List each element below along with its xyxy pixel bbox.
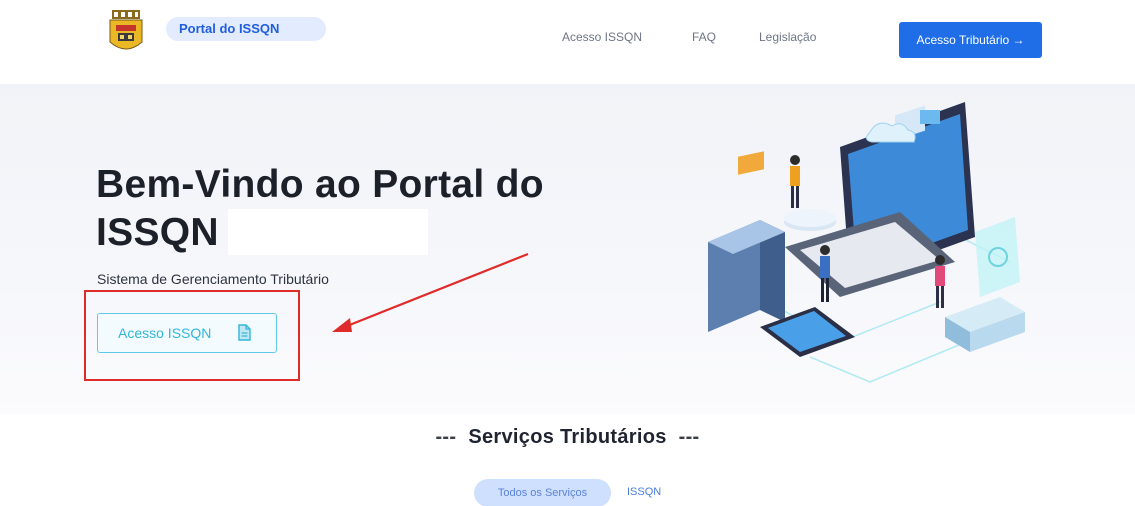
tab-todos-os-servicos[interactable]: Todos os Serviços <box>474 479 611 506</box>
services-title-text: Serviços Tributários <box>468 426 667 448</box>
nav-acesso-issqn[interactable]: Acesso ISSQN <box>562 30 642 44</box>
document-icon <box>238 324 251 341</box>
computer-network-illustration <box>708 102 1025 383</box>
hero-section: Bem-Vindo ao Portal do ISSQN Sistema de … <box>0 84 1135 414</box>
title-dash-right: --- <box>678 426 700 448</box>
acesso-issqn-button[interactable]: Acesso ISSQN <box>97 313 277 353</box>
annotation-arrow <box>332 252 529 332</box>
title-dash-left: --- <box>435 426 457 448</box>
portal-brand-pill[interactable]: Portal do ISSQN <box>166 17 326 41</box>
nav-legislacao[interactable]: Legislação <box>759 30 816 44</box>
acesso-issqn-button-label: Acesso ISSQN <box>118 325 212 341</box>
hero-title-line-1: Bem-Vindo ao Portal do <box>96 163 544 206</box>
tab-issqn[interactable]: ISSQN <box>627 486 661 498</box>
acesso-tributario-button[interactable]: Acesso Tributário → <box>899 22 1042 58</box>
services-section-title: --- Serviços Tributários --- <box>0 426 1135 449</box>
top-header: Portal do ISSQN Acesso ISSQN FAQ Legisla… <box>0 0 1135 84</box>
hero-subtitle: Sistema de Gerenciamento Tributário <box>97 271 329 287</box>
nav-faq[interactable]: FAQ <box>692 30 716 44</box>
municipal-coat-of-arms-logo[interactable] <box>106 10 146 56</box>
